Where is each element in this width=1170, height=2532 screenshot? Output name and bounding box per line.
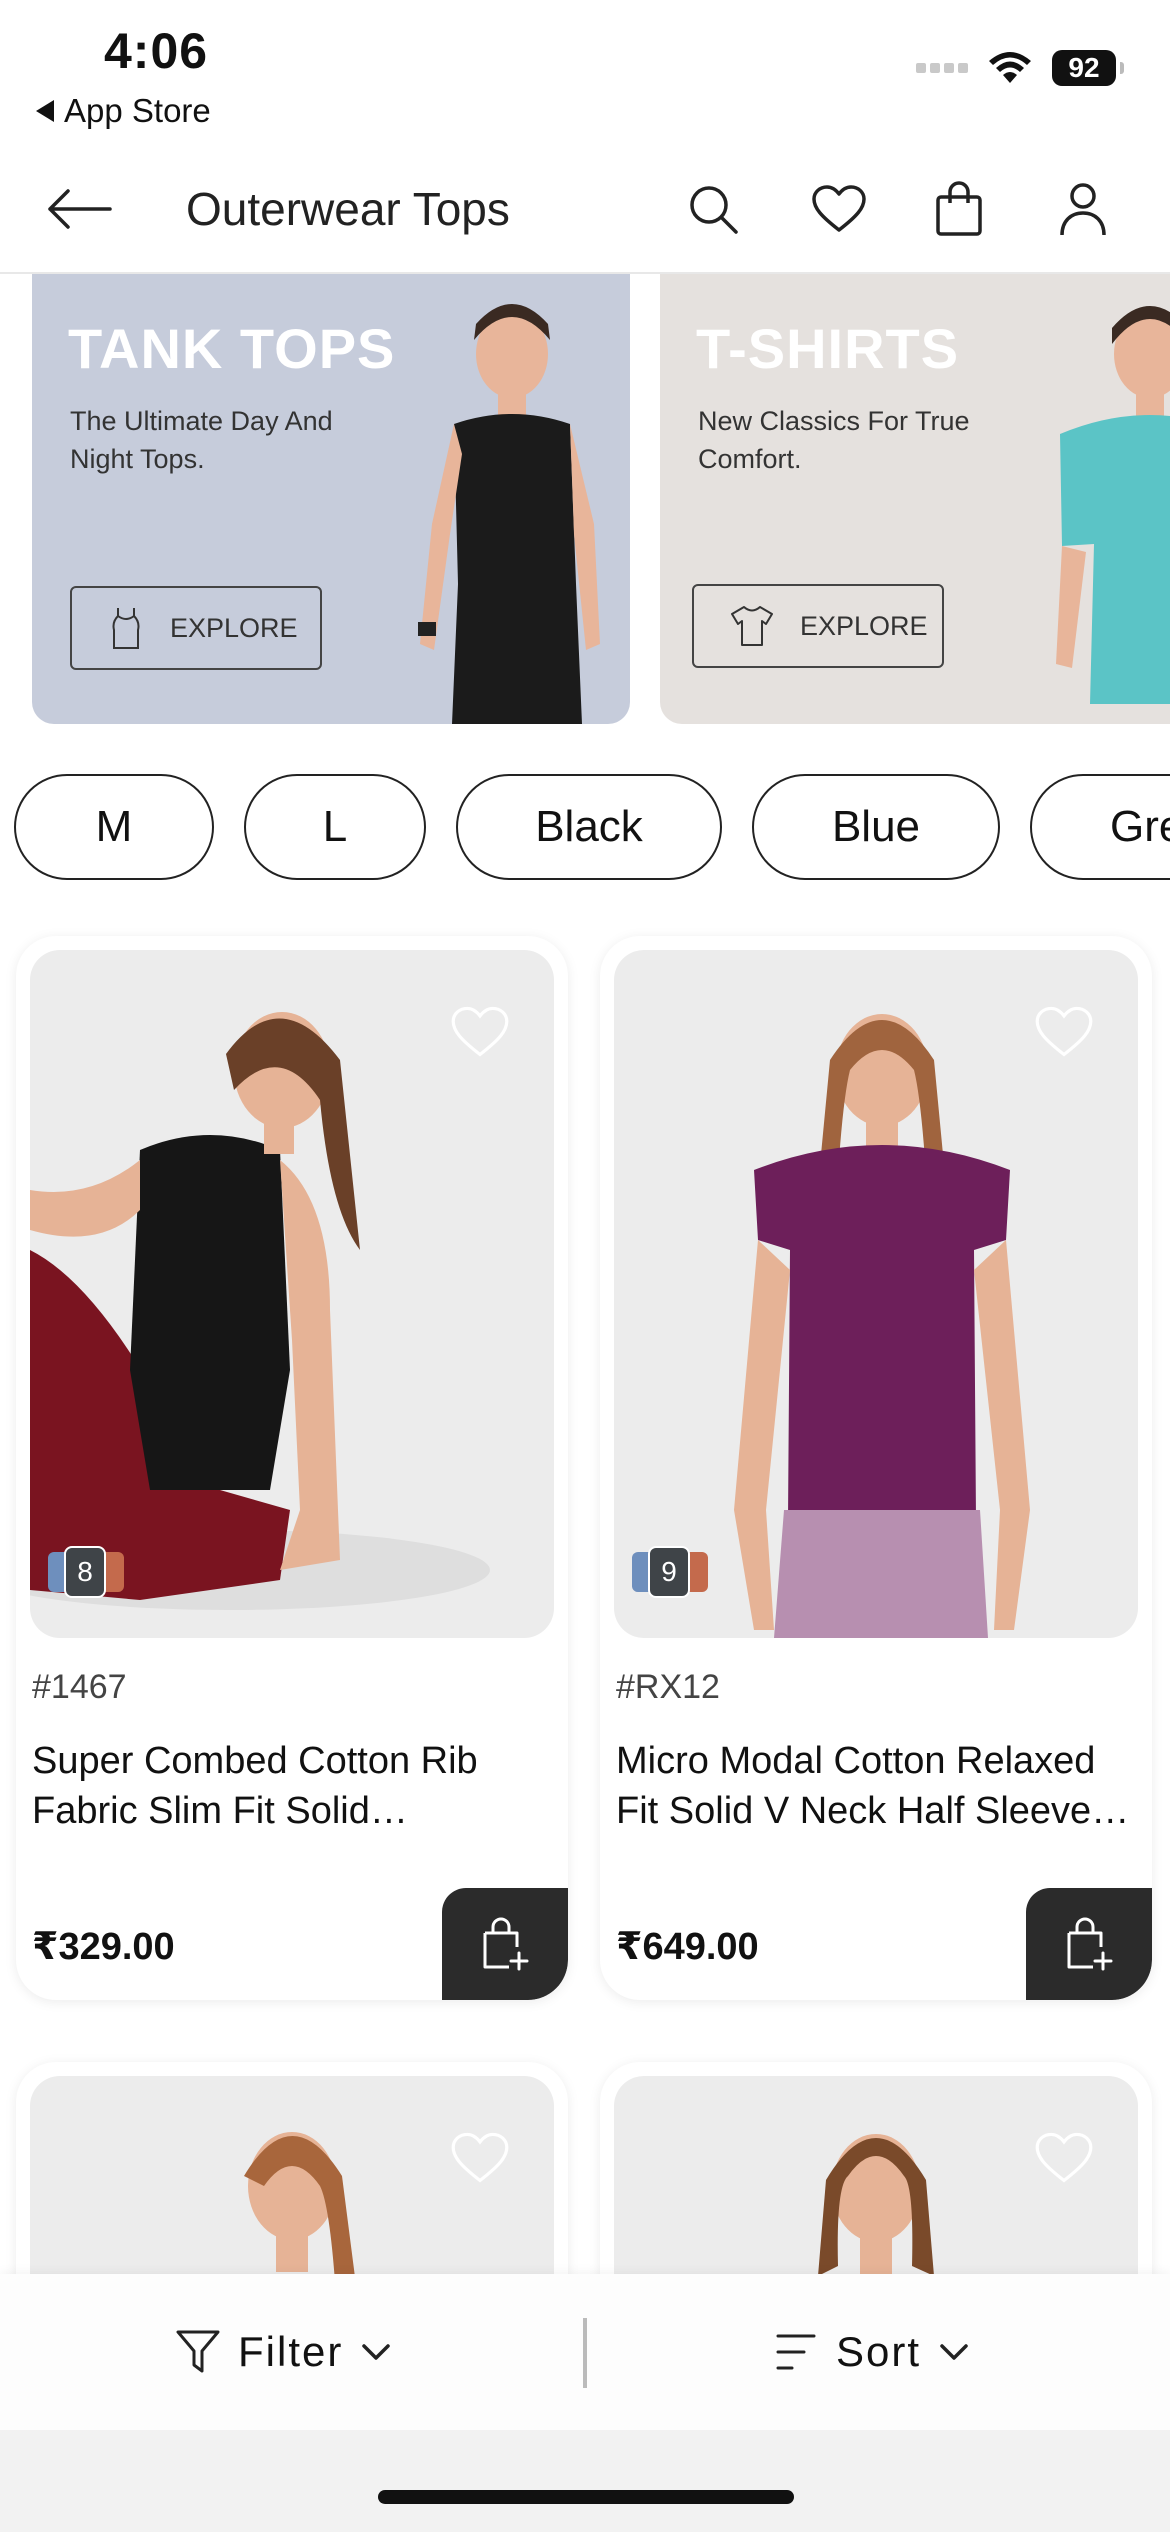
app-header: Outerwear Tops bbox=[0, 140, 1170, 274]
chip-size-m[interactable]: M bbox=[14, 774, 214, 880]
filter-sort-bar: Filter Sort bbox=[0, 2274, 1170, 2430]
add-to-cart-button[interactable] bbox=[442, 1888, 568, 2000]
product-wishlist-heart-icon[interactable] bbox=[450, 1002, 510, 1062]
chip-size-l[interactable]: L bbox=[244, 774, 426, 880]
banner-title: T-SHIRTS bbox=[696, 317, 960, 380]
banner-title: TANK TOPS bbox=[68, 317, 396, 380]
banner-t-shirts[interactable]: T-SHIRTS New Classics For True Comfort. … bbox=[660, 274, 1170, 724]
home-indicator[interactable] bbox=[378, 2490, 794, 2504]
product-image[interactable]: 9 bbox=[614, 950, 1138, 1638]
banner-tank-tops[interactable]: TANK TOPS The Ultimate Day And Night Top… bbox=[32, 274, 630, 724]
product-image[interactable]: 8 bbox=[30, 950, 554, 1638]
product-name[interactable]: Super Combed Cotton Rib Fabric Slim Fit … bbox=[32, 1736, 552, 1836]
filter-label: Filter bbox=[238, 2328, 344, 2375]
color-swatch-badge[interactable]: 9 bbox=[632, 1546, 712, 1598]
product-card[interactable]: 8 #1467 Super Combed Cotton Rib Fabric S… bbox=[16, 936, 568, 2000]
product-wishlist-heart-icon[interactable] bbox=[450, 2128, 510, 2188]
back-arrow-icon[interactable] bbox=[44, 174, 114, 244]
product-sku: #1467 bbox=[32, 1668, 127, 1706]
wifi-icon bbox=[989, 52, 1031, 83]
search-icon[interactable] bbox=[678, 174, 748, 244]
product-price: ₹329.00 bbox=[32, 1926, 175, 1968]
filter-chips-row[interactable]: M L Black Blue Gre bbox=[0, 774, 1170, 882]
tank-top-model-image bbox=[418, 304, 600, 724]
explore-label: EXPLORE bbox=[170, 612, 298, 643]
color-swatch-badge[interactable]: 8 bbox=[48, 1546, 128, 1598]
chip-color-green[interactable]: Gre bbox=[1030, 774, 1170, 880]
product-card[interactable]: 9 #RX12 Micro Modal Cotton Relaxed Fit S… bbox=[600, 936, 1152, 2000]
category-banners-carousel[interactable]: TANK TOPS The Ultimate Day And Night Top… bbox=[0, 274, 1170, 726]
explore-label: EXPLORE bbox=[800, 610, 928, 641]
profile-icon[interactable] bbox=[1048, 174, 1118, 244]
add-to-bag-icon bbox=[483, 1917, 529, 1971]
t-shirt-model-image bbox=[1056, 306, 1170, 704]
back-triangle-icon bbox=[36, 100, 54, 122]
color-count: 9 bbox=[648, 1546, 690, 1598]
chevron-down-icon bbox=[940, 2344, 968, 2360]
shopping-bag-icon[interactable] bbox=[924, 174, 994, 244]
add-to-bag-icon bbox=[1067, 1917, 1113, 1971]
tank-top-icon bbox=[112, 608, 140, 649]
product-wishlist-heart-icon[interactable] bbox=[1034, 1002, 1094, 1062]
product-wishlist-heart-icon[interactable] bbox=[1034, 2128, 1094, 2188]
banner-subtitle: New Classics For True Comfort. bbox=[698, 406, 970, 474]
wishlist-heart-icon[interactable] bbox=[804, 174, 874, 244]
home-indicator-area bbox=[0, 2430, 1170, 2532]
page-title: Outerwear Tops bbox=[186, 183, 510, 235]
chevron-down-icon bbox=[362, 2344, 391, 2360]
chip-color-blue[interactable]: Blue bbox=[752, 774, 1000, 880]
sort-lines-icon bbox=[776, 2334, 816, 2370]
filter-funnel-icon bbox=[176, 2330, 220, 2373]
product-name[interactable]: Micro Modal Cotton Relaxed Fit Solid V N… bbox=[616, 1736, 1136, 1836]
chip-color-black[interactable]: Black bbox=[456, 774, 722, 880]
add-to-cart-button[interactable] bbox=[1026, 1888, 1152, 2000]
product-price: ₹649.00 bbox=[616, 1926, 759, 1968]
banner-subtitle: The Ultimate Day And Night Tops. bbox=[70, 406, 333, 474]
explore-tank-tops-button[interactable]: EXPLORE bbox=[70, 586, 322, 670]
status-time: 4:06 bbox=[104, 23, 209, 79]
filter-button[interactable]: Filter bbox=[176, 2274, 391, 2430]
sort-label: Sort bbox=[836, 2328, 922, 2375]
back-to-app-store[interactable]: App Store bbox=[36, 92, 211, 130]
t-shirt-icon bbox=[731, 606, 773, 646]
color-count: 8 bbox=[64, 1546, 106, 1598]
bar-divider bbox=[583, 2318, 587, 2388]
battery-indicator: 92 bbox=[1052, 50, 1124, 86]
explore-t-shirts-button[interactable]: EXPLORE bbox=[692, 584, 944, 668]
product-sku: #RX12 bbox=[616, 1668, 720, 1706]
sort-button[interactable]: Sort bbox=[774, 2274, 969, 2430]
back-app-label: App Store bbox=[64, 92, 211, 129]
status-indicators: 92 bbox=[916, 50, 1124, 86]
cellular-signal-icon bbox=[916, 63, 968, 73]
